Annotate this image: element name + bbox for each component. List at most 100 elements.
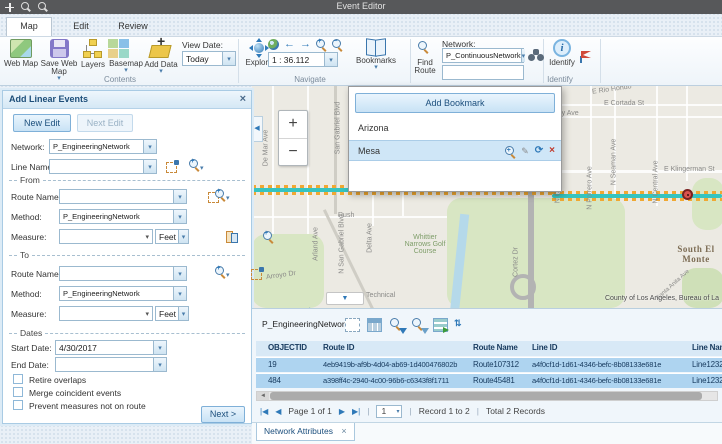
add-bookmark-button[interactable]: Add Bookmark: [355, 93, 555, 113]
globe-full-extent-icon[interactable]: [268, 39, 279, 50]
table-options-icon[interactable]: [367, 318, 382, 332]
next-extent-icon[interactable]: →: [300, 39, 311, 50]
measure-tool-icon[interactable]: [226, 230, 238, 242]
start-date-label: Start Date:: [11, 343, 52, 353]
prevent-measures-checkbox[interactable]: [13, 400, 23, 410]
prevent-measures-label: Prevent measures not on route: [29, 401, 146, 411]
to-method-field[interactable]: P_EngineeringNetwork ▾: [59, 286, 187, 301]
col-route-id[interactable]: Route ID: [323, 343, 354, 352]
caret-down-icon: ▾: [521, 49, 526, 62]
remove-bookmark-icon[interactable]: ×: [549, 145, 555, 157]
start-date-field[interactable]: 4/30/2017 ▾: [55, 340, 167, 355]
panel-title: Add Linear Events: [9, 94, 88, 104]
export-records-icon[interactable]: [433, 318, 448, 332]
zoom-to-measure-icon[interactable]: +: [263, 231, 274, 242]
sort-records-icon[interactable]: ⇅: [454, 318, 469, 332]
close-icon[interactable]: ×: [341, 426, 346, 436]
view-date-select[interactable]: Today ▾: [182, 51, 236, 66]
previous-page-icon[interactable]: ◀: [275, 407, 281, 416]
selection-options-icon[interactable]: [345, 318, 360, 332]
add-data-button[interactable]: + Add Data ▾: [142, 39, 180, 75]
line-name-field[interactable]: ▾: [49, 159, 157, 174]
web-map-button[interactable]: Web Map: [2, 39, 40, 68]
scroll-left-icon[interactable]: ◄: [257, 392, 269, 400]
basemap-icon: [108, 39, 144, 58]
explore-icon: [250, 39, 268, 57]
from-route-name-field[interactable]: ▾: [59, 189, 187, 204]
bookmarks-popup: Add Bookmark Arizona Mesa + ✎ ⟳ ×: [348, 86, 562, 192]
tab-map[interactable]: Map: [6, 17, 52, 36]
golf-course-area: [447, 198, 625, 308]
zoom-to-bookmark-icon[interactable]: +: [505, 146, 515, 156]
page-select[interactable]: 1 ▾: [376, 405, 402, 418]
flag-icon[interactable]: [578, 51, 590, 63]
map-zoom-out-button[interactable]: −: [279, 139, 307, 167]
to-measure-field[interactable]: ▾: [59, 306, 153, 321]
bookmark-item-mesa[interactable]: Mesa + ✎ ⟳ ×: [349, 140, 561, 161]
retire-overlaps-checkbox[interactable]: [13, 374, 23, 384]
from-method-field[interactable]: P_EngineeringNetwork ▾: [59, 209, 187, 224]
zoom-to-route-icon[interactable]: +▾: [215, 266, 230, 279]
tab-edit[interactable]: Edit: [58, 18, 104, 36]
route-point-marker[interactable]: [682, 189, 693, 200]
select-line-on-map-icon[interactable]: [166, 160, 179, 172]
col-line-name[interactable]: Line Name: [692, 343, 722, 352]
from-measure-unit-select[interactable]: Feet ▾: [155, 229, 189, 244]
next-step-button[interactable]: Next >: [201, 406, 245, 423]
next-edit-button[interactable]: Next Edit: [77, 114, 133, 132]
bookmarks-button[interactable]: Bookmarks ▾: [352, 39, 400, 71]
merge-coincident-checkbox[interactable]: [13, 387, 23, 397]
col-line-id[interactable]: Line ID: [532, 343, 557, 352]
zoom-out-tool-icon[interactable]: −: [332, 39, 343, 50]
from-method-label: Method:: [11, 212, 42, 222]
scale-select[interactable]: 1 : 36.112 ▾: [268, 52, 338, 67]
retire-overlaps-label: Retire overlaps: [29, 375, 86, 385]
close-icon[interactable]: ×: [240, 93, 246, 105]
title-bar: Event Editor: [0, 0, 722, 14]
bookmark-item-arizona[interactable]: Arizona: [349, 118, 561, 139]
zoom-to-selection-icon[interactable]: [390, 318, 405, 332]
zoom-to-line-icon[interactable]: +▾: [189, 159, 204, 172]
end-date-field[interactable]: ▾: [55, 357, 167, 372]
basemap-button[interactable]: Basemap ▾: [108, 39, 144, 74]
col-route-name[interactable]: Route Name: [473, 343, 518, 352]
tab-review[interactable]: Review: [108, 18, 158, 36]
collapse-panel-left-button[interactable]: ◀: [252, 116, 263, 142]
first-page-icon[interactable]: |◀: [260, 407, 268, 416]
to-measure-unit-select[interactable]: Feet ▾: [155, 306, 189, 321]
scrollbar-thumb[interactable]: [270, 392, 702, 400]
caret-down-icon: ▾: [396, 408, 401, 415]
identify-button[interactable]: i Identify: [546, 39, 578, 67]
refresh-bookmark-icon[interactable]: ⟳: [535, 145, 543, 157]
col-objectid[interactable]: OBJECTID: [268, 343, 307, 352]
binoculars-icon[interactable]: [528, 49, 544, 61]
route-search-input[interactable]: [442, 65, 524, 80]
map-zoom-in-button[interactable]: +: [279, 111, 307, 139]
tab-network-attributes[interactable]: Network Attributes ×: [256, 423, 355, 441]
group-label-identify: Identify: [528, 75, 592, 84]
table-row[interactable]: 19 4eb9419b-af9b-4d04-ab69-1d400476802b …: [256, 357, 722, 372]
caret-down-icon: ▾: [324, 53, 337, 66]
select-route-on-map-icon[interactable]: [251, 267, 264, 279]
network-select[interactable]: P_ContinuousNetwork ▾: [442, 48, 524, 63]
new-edit-button[interactable]: New Edit: [13, 114, 71, 132]
to-route-name-field[interactable]: ▾: [59, 266, 187, 281]
zoom-to-route-icon[interactable]: +▾: [215, 189, 230, 202]
find-route-button[interactable]: Find Route: [410, 41, 440, 75]
next-page-icon[interactable]: ▶: [339, 407, 345, 416]
table-row[interactable]: 484 a398ff4c-2940-4c00-96b6-c6343f8f1711…: [256, 373, 722, 388]
caret-down-icon: ▾: [352, 65, 400, 71]
previous-extent-icon[interactable]: ←: [284, 39, 295, 50]
network-field[interactable]: P_EngineeringNetwork ▾: [49, 139, 157, 154]
web-map-icon: [10, 39, 32, 58]
last-page-icon[interactable]: ▶|: [352, 407, 360, 416]
from-measure-field[interactable]: ▾: [59, 229, 153, 244]
end-date-label: End Date:: [11, 360, 49, 370]
caret-down-icon: ▾: [173, 190, 186, 203]
zoom-in-tool-icon[interactable]: +: [316, 39, 327, 50]
to-section-legend: To: [9, 250, 245, 260]
layers-button[interactable]: Layers: [78, 39, 108, 69]
edit-bookmark-icon[interactable]: ✎: [521, 145, 529, 157]
collapse-table-button[interactable]: ▼: [326, 292, 364, 305]
pan-to-selection-icon[interactable]: [412, 318, 427, 332]
